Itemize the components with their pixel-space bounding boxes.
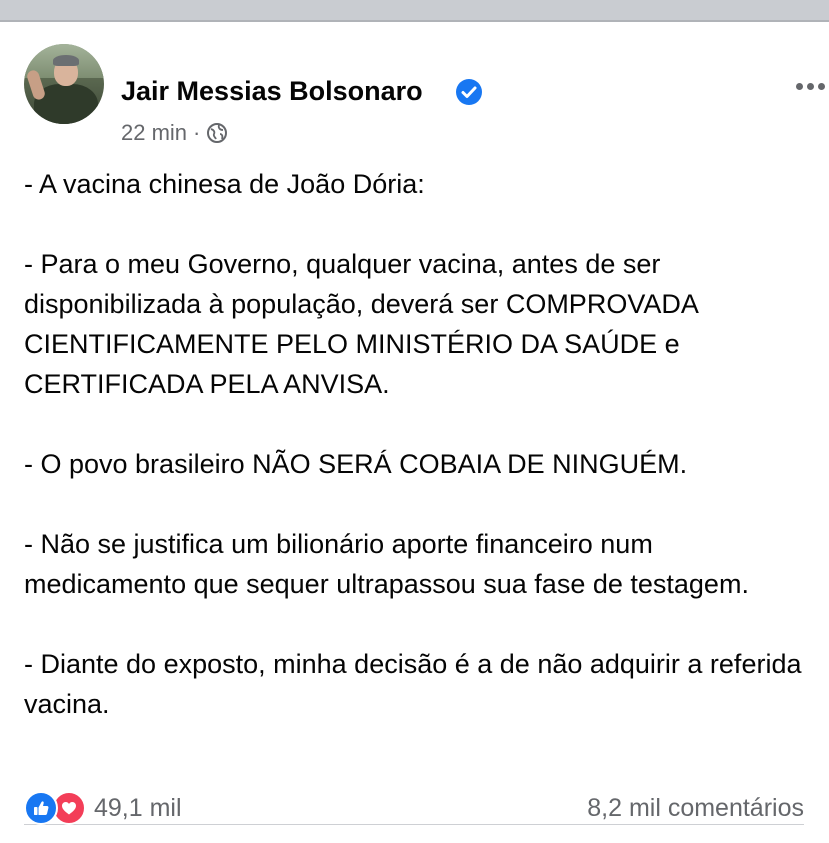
post-paragraph: - Para o meu Governo, qualquer vacina, a…: [24, 249, 698, 399]
verified-badge-icon: [456, 79, 482, 105]
more-dot-icon: [807, 83, 814, 90]
comments-count-link[interactable]: 8,2 mil comentários: [587, 794, 804, 823]
meta-separator: ·: [193, 120, 201, 145]
post-header: Jair Messias Bolsonaro 22 min ·: [24, 44, 825, 145]
post-timestamp[interactable]: 22 min: [121, 120, 187, 146]
post-paragraph: - A vacina chinesa de João Dória:: [24, 169, 425, 199]
reactions-summary[interactable]: 49,1 mil: [24, 790, 182, 826]
post-text: - A vacina chinesa de João Dória: - Para…: [24, 164, 814, 724]
reaction-count: 49,1 mil: [94, 793, 182, 822]
more-dot-icon: [818, 83, 825, 90]
post-card: Jair Messias Bolsonaro 22 min · - A vaci…: [0, 22, 829, 843]
footer-divider: [24, 824, 804, 825]
post-meta: 22 min ·: [121, 120, 228, 146]
author-avatar[interactable]: [24, 44, 104, 124]
author-name[interactable]: Jair Messias Bolsonaro: [121, 76, 423, 107]
like-icon: [24, 791, 58, 825]
post-paragraph: - O povo brasileiro NÃO SERÁ COBAIA DE N…: [24, 449, 688, 479]
post-paragraph: - Não se justifica um bilionário aporte …: [24, 529, 749, 599]
more-dot-icon: [796, 83, 803, 90]
more-options-button[interactable]: [786, 72, 829, 102]
feed-top-strip: [0, 0, 829, 22]
globe-icon[interactable]: [206, 122, 228, 144]
post-paragraph: - Diante do exposto, minha decisão é a d…: [24, 649, 802, 719]
post-footer: 49,1 mil 8,2 mil comentários: [24, 784, 804, 834]
